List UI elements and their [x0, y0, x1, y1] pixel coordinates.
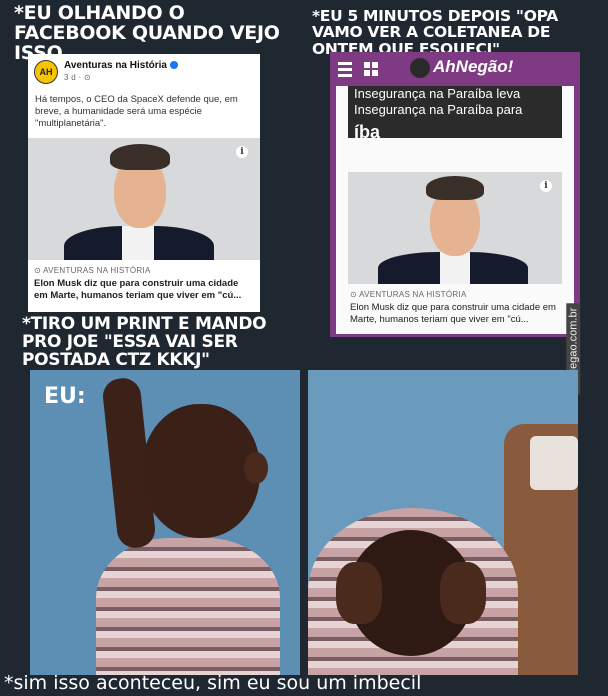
caption-middle-left: *TIRO UM PRINT E MANDO PRO JOE "ESSA VAI… — [22, 314, 267, 370]
page-avatar[interactable]: AH — [34, 60, 58, 84]
facebook-post-card: AH Aventuras na História 3 d · ⊙ Há temp… — [28, 54, 260, 312]
ahnegao-photo[interactable]: i — [348, 172, 562, 284]
mascot-icon — [410, 57, 430, 78]
link-headline[interactable]: Elon Musk diz que para construir uma cid… — [34, 278, 254, 302]
watermark: AhNegao.com.br — [566, 300, 608, 395]
link-source: ⊙ AVENTURAS NA HISTÓRIA — [34, 266, 151, 275]
info-icon[interactable]: i — [236, 146, 248, 158]
avatar-text: AH — [39, 67, 53, 77]
caption-eu: EU: — [44, 384, 86, 409]
kid-hand-right — [440, 562, 486, 624]
cloth — [530, 436, 578, 490]
verified-badge-icon — [169, 61, 178, 70]
reaction-photo-right — [308, 370, 578, 675]
globe-icon: ⊙ — [34, 266, 44, 275]
ahnegao-content: Insegurança na Paraíba leva Insegurança … — [336, 86, 574, 334]
caption-bottom: *sim isso aconteceu, sim eu sou um imbec… — [4, 672, 422, 694]
ahnegao-logo[interactable]: AhNegão! — [410, 57, 513, 81]
globe-icon: ⊙ — [350, 290, 360, 299]
menu-icon[interactable] — [338, 62, 352, 77]
kid-head — [142, 404, 260, 538]
photo-hair — [426, 176, 484, 200]
prev-post-image[interactable]: Insegurança na Paraíba leva Insegurança … — [348, 86, 562, 138]
ahnegao-link-headline[interactable]: Elon Musk diz que para construir uma cid… — [350, 302, 564, 326]
kid-hand-left — [336, 562, 382, 624]
ahnegao-frame: AhNegão! Insegurança na Paraíba leva Ins… — [330, 52, 580, 337]
kid-shirt — [96, 538, 280, 675]
grid-icon[interactable] — [364, 62, 378, 76]
photo-shirt — [440, 252, 470, 284]
post-meta: 3 d · ⊙ — [64, 73, 92, 82]
photo-shirt — [122, 226, 154, 260]
page-name-text: Aventuras na História — [64, 60, 167, 71]
kid-ear — [244, 452, 268, 484]
post-body: Há tempos, o CEO da SpaceX defende que, … — [35, 94, 238, 129]
reaction-photo-left: EU: — [30, 370, 300, 675]
photo-hair — [110, 144, 170, 170]
caption-top-right: *EU 5 MINUTOS DEPOIS "OPA VAMO VER A COL… — [312, 7, 558, 58]
ahnegao-link-source: ⊙ AVENTURAS NA HISTÓRIA — [350, 290, 467, 299]
post-photo[interactable]: i — [28, 138, 260, 260]
prev-post-headline: Insegurança na Paraíba leva Insegurança … — [354, 86, 523, 117]
ahnegao-header: AhNegão! — [330, 52, 580, 86]
prev-post-tag: íba — [354, 122, 381, 138]
info-icon[interactable]: i — [540, 180, 552, 192]
page-name[interactable]: Aventuras na História — [64, 60, 178, 71]
